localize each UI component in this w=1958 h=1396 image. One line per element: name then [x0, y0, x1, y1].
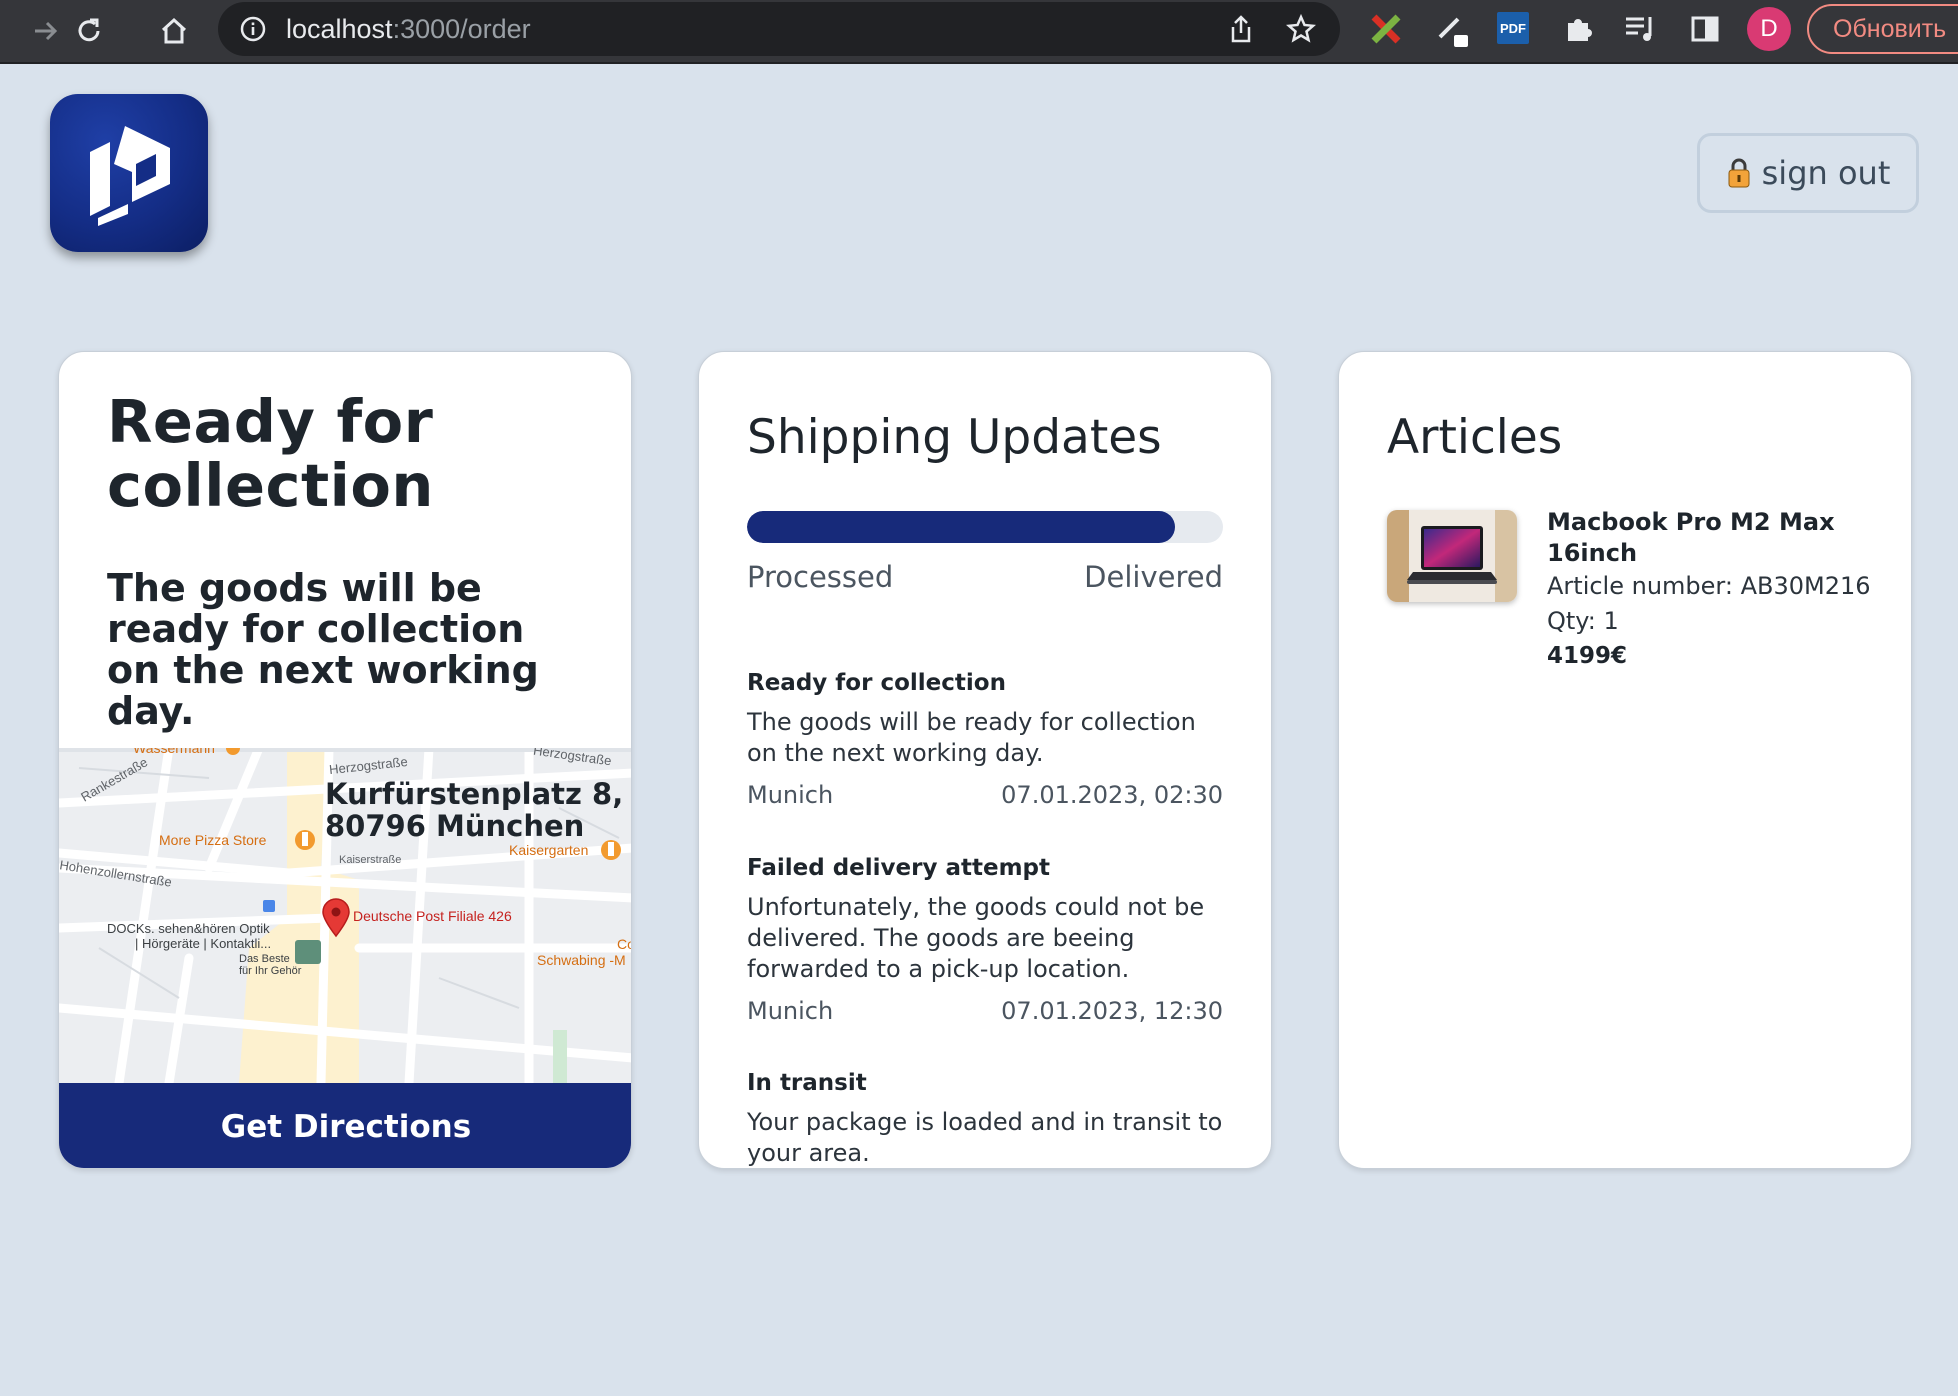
progress-end-label: Delivered [1084, 560, 1223, 594]
update-text: Unfortunately, the goods could not be de… [747, 893, 1205, 983]
reload-icon [78, 18, 100, 42]
map-poi-docks-line1: DOCKs. sehen&hören Optik [107, 921, 270, 936]
home-button[interactable] [153, 10, 195, 52]
article-thumbnail[interactable] [1387, 510, 1517, 602]
update-meta: Munich 07.01.2023, 12:30 [747, 996, 1223, 1026]
shipping-progress-bar [747, 511, 1223, 543]
update-text: Your package is loaded and in transit to… [747, 1108, 1223, 1167]
update-location: Munich [747, 997, 834, 1025]
company-logo[interactable] [50, 94, 208, 252]
reload-button[interactable] [68, 10, 110, 52]
map-poi-docks-line4: für Ihr Gehör [239, 965, 302, 977]
articles-card: Articles Macbook Pro M2 Max 16inch Artic… [1338, 351, 1912, 1169]
shipping-progress-fill [747, 511, 1176, 543]
article-info: Macbook Pro M2 Max 16inch Article number… [1547, 507, 1877, 673]
map-poi-schwabing: Schwabing -M [537, 952, 626, 968]
browser-update-button[interactable]: Обновить [1807, 4, 1958, 54]
update-title: In transit [747, 1070, 867, 1096]
progress-start-label: Processed [747, 560, 894, 594]
update-timestamp: 07.01.2023, 02:30 [1001, 781, 1223, 809]
pdf-extension-button[interactable]: PDF [1497, 12, 1529, 44]
pen-icon [1438, 17, 1468, 47]
share-icon [1231, 15, 1251, 43]
map-poi-docks-line2: | Hörgeräte | Kontaktli... [135, 936, 272, 951]
order-status-title: Ready for collection [107, 387, 434, 520]
sign-out-label: sign out [1761, 154, 1891, 192]
article-name[interactable]: Macbook Pro M2 Max 16inch [1547, 507, 1877, 569]
map-address: Kurfürstenplatz 8, 80796 München [325, 777, 624, 843]
share-button[interactable] [1224, 12, 1258, 46]
home-icon [161, 17, 187, 44]
side-panel-button[interactable] [1685, 9, 1725, 49]
info-icon[interactable] [240, 16, 266, 42]
forward-button[interactable] [25, 10, 67, 52]
sign-out-button[interactable]: sign out [1697, 133, 1919, 213]
map-label-street: Kaiserstraße [339, 854, 402, 866]
update-location: Munich [747, 781, 834, 809]
pickup-location-map[interactable]: Kurfürstenplatz 8, 80796 München Wasserm… [59, 748, 631, 1083]
order-status-card: Ready for collection The goods will be r… [58, 351, 632, 1169]
map-label-wassermann: Wassermann [133, 748, 215, 756]
update-text: The goods will be ready for collection o… [747, 708, 1196, 767]
get-directions-button[interactable]: Get Directions [59, 1083, 631, 1168]
extensions-menu-button[interactable] [1558, 9, 1598, 49]
bookmark-button[interactable] [1284, 12, 1318, 46]
forward-arrow-icon [35, 21, 58, 41]
update-title: Failed delivery attempt [747, 855, 1051, 881]
shipping-updates-card: Shipping Updates Processed Delivered Rea… [698, 351, 1272, 1169]
update-title: Ready for collection [747, 670, 1006, 696]
map-poi-kaisergarten[interactable]: Kaisergarten [509, 842, 588, 858]
laptop-image [1387, 510, 1517, 602]
profile-avatar[interactable]: D [1747, 7, 1791, 51]
extension-button[interactable] [1366, 9, 1406, 49]
url-text[interactable]: localhost:3000/order [286, 12, 531, 46]
puzzle-icon [1568, 19, 1592, 41]
map-pin-icon[interactable] [321, 898, 351, 938]
update-timestamp: 07.01.2023, 12:30 [1001, 997, 1223, 1025]
map-poi-co: Co [617, 936, 631, 952]
shipping-update-item: Ready for collection The goods will be r… [747, 668, 1223, 810]
logo-cube-icon [90, 126, 170, 226]
article-price: 4199€ [1547, 643, 1628, 669]
update-meta: Munich 07.01.2023, 02:30 [747, 780, 1223, 810]
articles-title: Articles [1387, 410, 1563, 465]
shipping-updates-title: Shipping Updates [747, 410, 1162, 465]
pen-extension-button[interactable] [1432, 9, 1472, 49]
star-icon [1286, 14, 1316, 43]
browser-toolbar: localhost:3000/order PDF D Обновить [0, 0, 1958, 64]
lock-icon [1728, 158, 1750, 188]
article-quantity: Qty: 1 [1547, 607, 1619, 635]
shipping-update-item: Failed delivery attempt Unfortunately, t… [747, 853, 1223, 1026]
tools-extension-icon [1371, 14, 1401, 44]
media-queue-icon [1626, 17, 1652, 41]
media-control-button[interactable] [1621, 9, 1661, 49]
side-panel-icon [1691, 16, 1719, 42]
order-status-description: The goods will be ready for collection o… [107, 566, 539, 733]
shipping-update-item: In transit Your package is loaded and in… [747, 1068, 1223, 1168]
article-number: Article number: AB30M216 [1547, 572, 1871, 600]
map-poi-post-office[interactable]: Deutsche Post Filiale 426 [353, 908, 512, 924]
address-bar[interactable]: localhost:3000/order [218, 2, 1340, 56]
map-poi-pizza[interactable]: More Pizza Store [159, 832, 266, 848]
